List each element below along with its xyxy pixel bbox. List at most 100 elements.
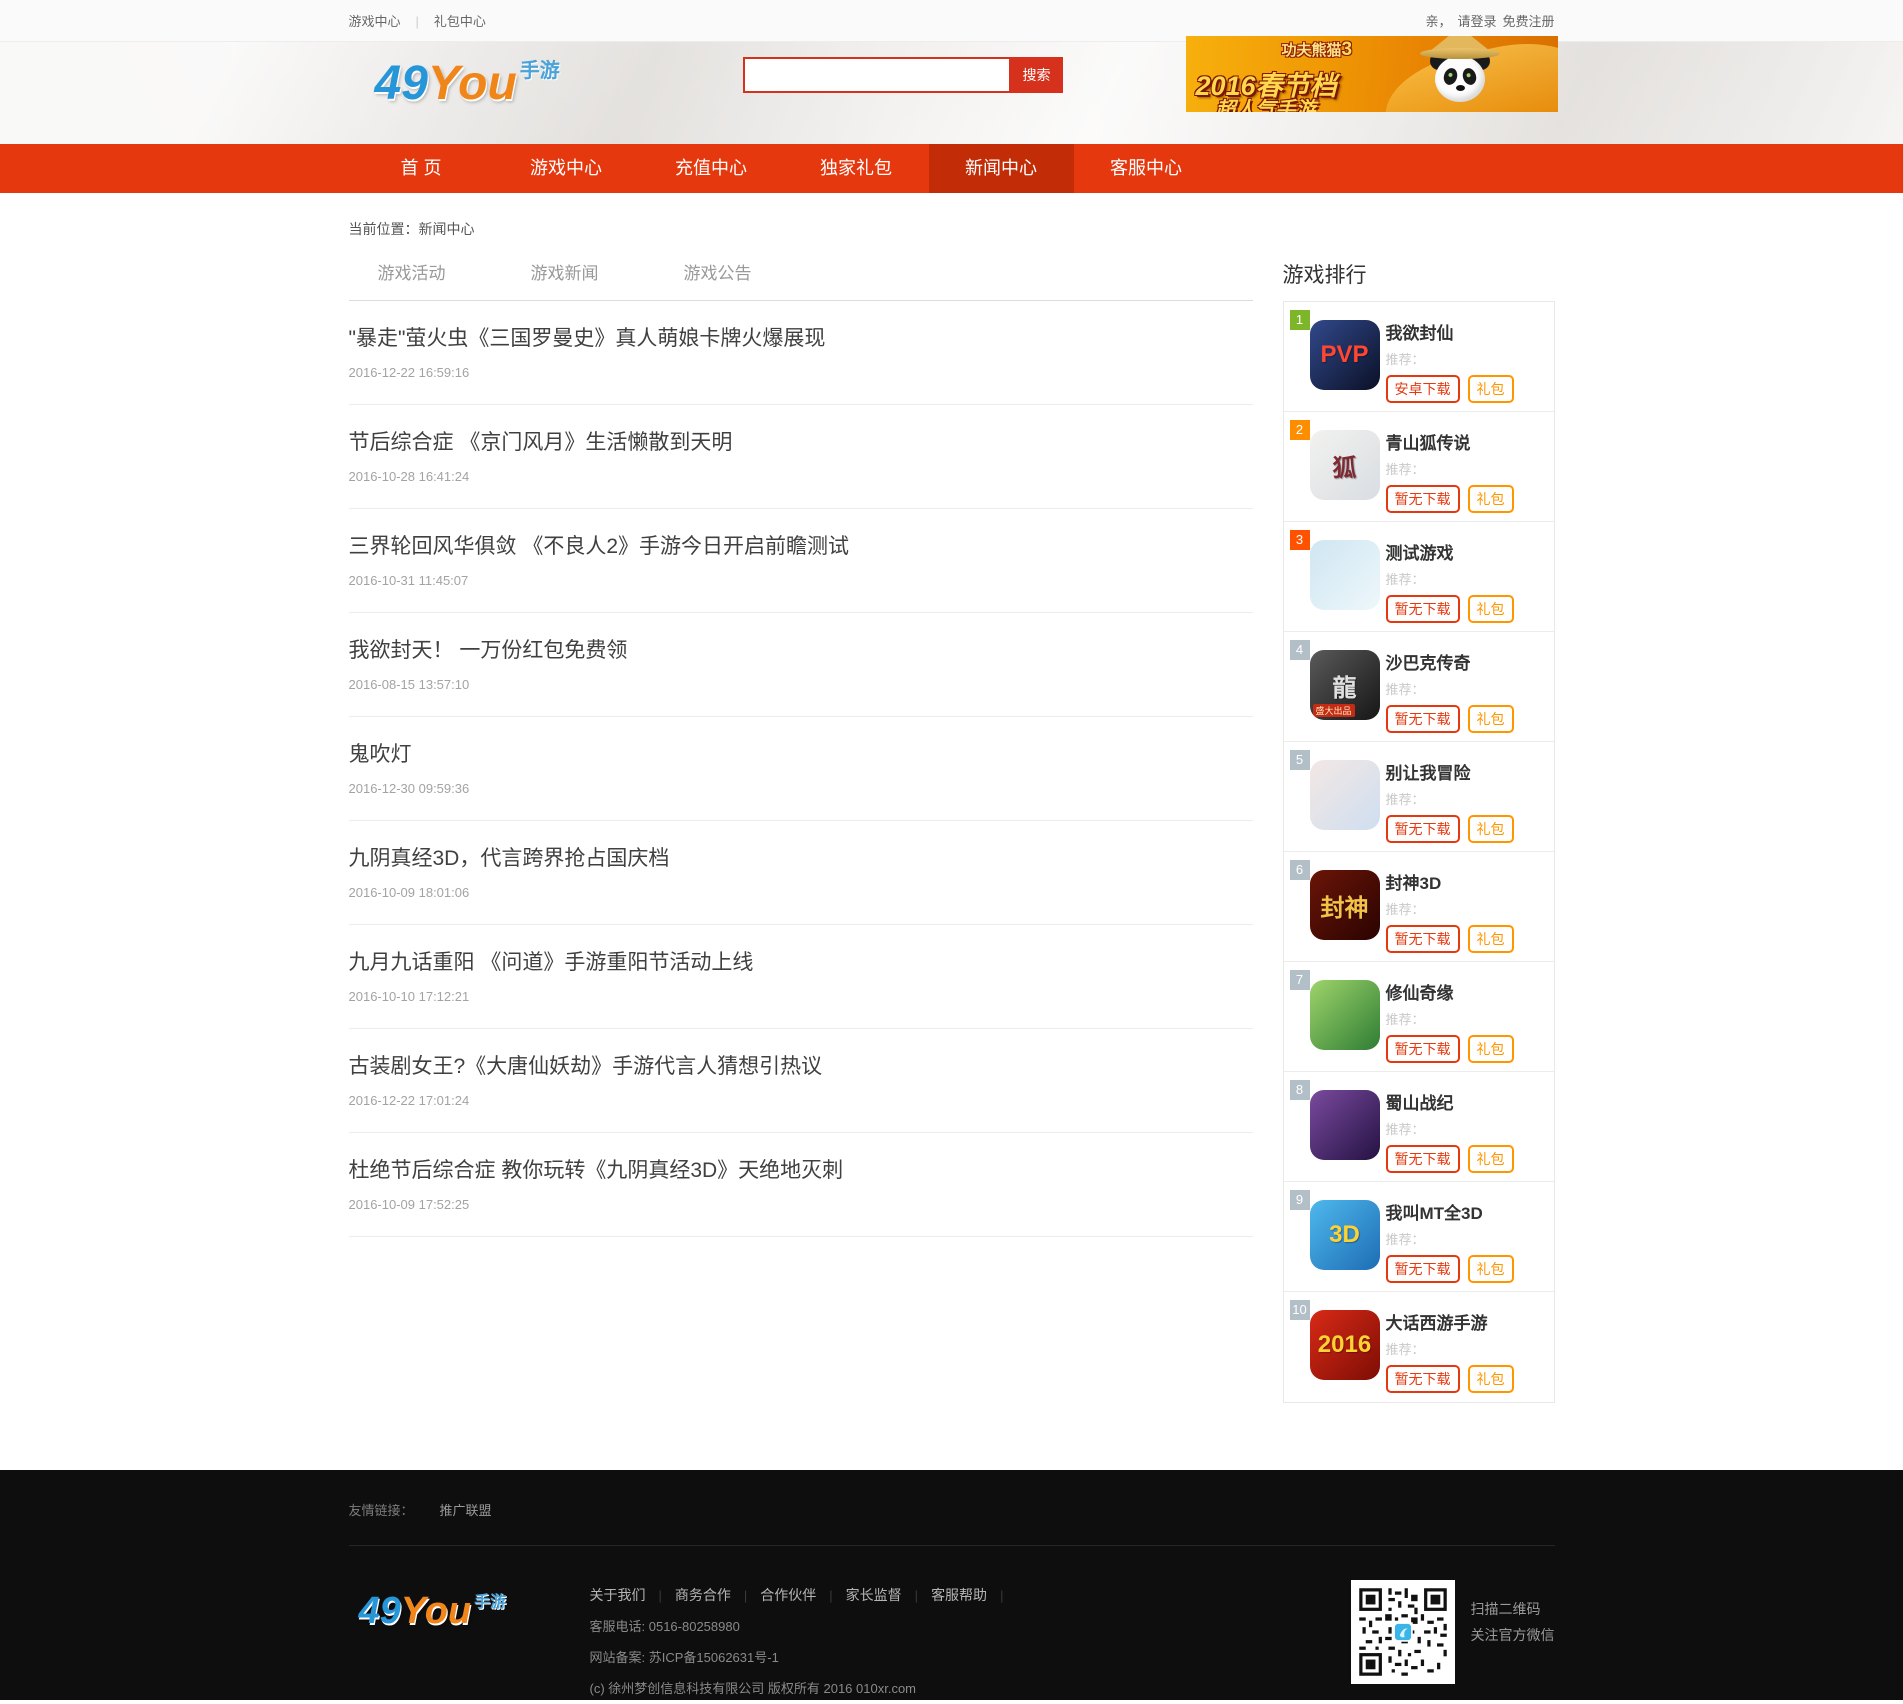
game-icon[interactable]: 3D [1310, 1200, 1380, 1270]
game-icon[interactable]: PVP [1310, 320, 1380, 390]
tab-game-notices[interactable]: 游戏公告 [684, 259, 837, 300]
news-date: 2016-10-31 11:45:07 [349, 573, 1253, 588]
download-button[interactable]: 暂无下载 [1386, 1255, 1460, 1283]
download-button[interactable]: 暂无下载 [1386, 485, 1460, 513]
news-title-link[interactable]: 杜绝节后综合症 教你玩转《九阴真经3D》天绝地灭刺 [349, 1154, 1253, 1184]
footer-logo[interactable]: 49You手游 [349, 1580, 590, 1704]
game-icon[interactable]: 龍盛大出品 [1310, 650, 1380, 720]
breadcrumb-label: 当前位置： [349, 221, 419, 237]
game-info: 大话西游手游推荐： 暂无下载礼包 [1386, 1292, 1554, 1393]
news-title-link[interactable]: 古装剧女王?《大唐仙妖劫》手游代言人猜想引热议 [349, 1050, 1253, 1080]
game-icon[interactable]: 封神 [1310, 870, 1380, 940]
game-icon[interactable] [1310, 760, 1380, 830]
game-name[interactable]: 我叫MT全3D [1386, 1199, 1554, 1224]
game-recommend-label: 推荐： [1386, 1229, 1554, 1248]
gift-button[interactable]: 礼包 [1468, 485, 1514, 513]
topbar-link[interactable]: 礼包中心 [434, 14, 486, 29]
footer-nav-link[interactable]: 关于我们 [590, 1587, 646, 1603]
separator: | [1000, 1588, 1003, 1603]
game-icon[interactable] [1310, 980, 1380, 1050]
news-title-link[interactable]: 我欲封天！ 一万份红包免费领 [349, 634, 1253, 664]
gift-button[interactable]: 礼包 [1468, 705, 1514, 733]
rank-badge: 2 [1290, 420, 1310, 440]
nav-item-game-center[interactable]: 游戏中心 [494, 144, 639, 193]
icp-row: 网站备案: 苏ICP备15062631号-1 [590, 1642, 1017, 1673]
qr-caption: 扫描二维码 关注官方微信 [1471, 1580, 1555, 1704]
gift-button[interactable]: 礼包 [1468, 375, 1514, 403]
gift-button[interactable]: 礼包 [1468, 1255, 1514, 1283]
footer-nav-link[interactable]: 合作伙伴 [760, 1587, 816, 1603]
game-ranking-list: 1PVP我欲封仙推荐：安卓下载礼包2狐青山狐传说推荐：暂无下载礼包3测试游戏推荐… [1283, 301, 1555, 1403]
register-link[interactable]: 免费注册 [1502, 14, 1554, 29]
promo-banner[interactable]: 功夫熊猫3 2016春节档 超人气手游 [1186, 36, 1558, 112]
download-button[interactable]: 暂无下载 [1386, 1365, 1460, 1393]
footer-nav-link[interactable]: 客服帮助 [931, 1587, 987, 1603]
game-icon[interactable]: 狐 [1310, 430, 1380, 500]
gift-button[interactable]: 礼包 [1468, 1145, 1514, 1173]
news-title-link[interactable]: 节后综合症 《京门风月》生活懒散到天明 [349, 426, 1253, 456]
topbar-account: 亲，请登录免费注册 [1425, 11, 1554, 30]
news-title-link[interactable]: 鬼吹灯 [349, 738, 1253, 768]
game-name[interactable]: 测试游戏 [1386, 539, 1554, 564]
game-buttons: 暂无下载礼包 [1386, 595, 1554, 623]
download-button[interactable]: 安卓下载 [1386, 375, 1460, 403]
download-button[interactable]: 暂无下载 [1386, 595, 1460, 623]
tab-game-activities[interactable]: 游戏活动 [378, 259, 531, 300]
game-icon[interactable] [1310, 1090, 1380, 1160]
game-recommend-label: 推荐： [1386, 1119, 1554, 1138]
nav-item-recharge-center[interactable]: 充值中心 [639, 144, 784, 193]
footer-nav-link[interactable]: 商务合作 [675, 1587, 731, 1603]
game-name[interactable]: 封神3D [1386, 869, 1554, 894]
game-buttons: 暂无下载礼包 [1386, 705, 1554, 733]
tab-game-news[interactable]: 游戏新闻 [531, 259, 684, 300]
game-recommend-label: 推荐： [1386, 789, 1554, 808]
game-name[interactable]: 修仙奇缘 [1386, 979, 1554, 1004]
news-title-link[interactable]: "暴走"萤火虫《三国罗曼史》真人萌娘卡牌火爆展现 [349, 322, 1253, 352]
game-name[interactable]: 大话西游手游 [1386, 1309, 1554, 1334]
nav-item-home[interactable]: 首 页 [349, 144, 494, 193]
topbar: 游戏中心|礼包中心 亲，请登录免费注册 [0, 0, 1903, 42]
rank-badge: 3 [1290, 530, 1310, 550]
gift-button[interactable]: 礼包 [1468, 1365, 1514, 1393]
nav-item-service-center[interactable]: 客服中心 [1074, 144, 1219, 193]
game-name[interactable]: 青山狐传说 [1386, 429, 1554, 454]
main-nav: 首 页游戏中心充值中心独家礼包新闻中心客服中心 [0, 144, 1903, 193]
logo-text-49: 49 [375, 57, 428, 110]
search-bar: 搜索 [743, 57, 1063, 93]
game-name[interactable]: 蜀山战纪 [1386, 1089, 1554, 1114]
gift-button[interactable]: 礼包 [1468, 925, 1514, 953]
game-recommend-label: 推荐： [1386, 1339, 1554, 1358]
topbar-link[interactable]: 游戏中心 [349, 14, 401, 29]
promo-alliance-link[interactable]: 推广联盟 [440, 1503, 492, 1518]
download-button[interactable]: 暂无下载 [1386, 925, 1460, 953]
game-name[interactable]: 沙巴克传奇 [1386, 649, 1554, 674]
search-button[interactable]: 搜索 [1011, 57, 1063, 93]
qr-code [1351, 1580, 1455, 1684]
news-list: "暴走"萤火虫《三国罗曼史》真人萌娘卡牌火爆展现2016-12-22 16:59… [349, 301, 1253, 1237]
download-button[interactable]: 暂无下载 [1386, 1145, 1460, 1173]
download-button[interactable]: 暂无下载 [1386, 815, 1460, 843]
site-logo[interactable]: 49You手游 [375, 56, 560, 111]
nav-item-news-center[interactable]: 新闻中心 [929, 144, 1074, 193]
footer-nav-link[interactable]: 家长监督 [846, 1587, 902, 1603]
gift-button[interactable]: 礼包 [1468, 595, 1514, 623]
game-buttons: 暂无下载礼包 [1386, 1255, 1554, 1283]
download-button[interactable]: 暂无下载 [1386, 1035, 1460, 1063]
game-icon[interactable]: 2016 [1310, 1310, 1380, 1380]
gift-button[interactable]: 礼包 [1468, 815, 1514, 843]
service-phone-row: 客服电话: 0516-80258980 [590, 1611, 1017, 1642]
news-title-link[interactable]: 九阴真经3D，代言跨界抢占国庆档 [349, 842, 1253, 872]
game-name[interactable]: 我欲封仙 [1386, 319, 1554, 344]
news-date: 2016-10-09 17:52:25 [349, 1197, 1253, 1212]
download-button[interactable]: 暂无下载 [1386, 705, 1460, 733]
game-icon[interactable] [1310, 540, 1380, 610]
login-link[interactable]: 请登录 [1457, 14, 1496, 29]
breadcrumb-current: 新闻中心 [419, 221, 475, 237]
nav-item-exclusive-gifts[interactable]: 独家礼包 [784, 144, 929, 193]
news-title-link[interactable]: 九月九话重阳 《问道》手游重阳节活动上线 [349, 946, 1253, 976]
news-date: 2016-12-30 09:59:36 [349, 781, 1253, 796]
game-name[interactable]: 别让我冒险 [1386, 759, 1554, 784]
search-input[interactable] [743, 57, 1011, 93]
gift-button[interactable]: 礼包 [1468, 1035, 1514, 1063]
news-title-link[interactable]: 三界轮回风华俱敛 《不良人2》手游今日开启前瞻测试 [349, 530, 1253, 560]
